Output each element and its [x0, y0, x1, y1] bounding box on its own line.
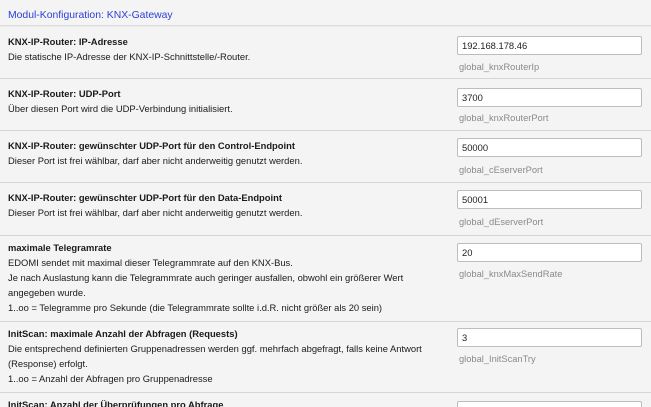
- setting-description: KNX-IP-Router: IP-Adresse Die statische …: [8, 35, 448, 65]
- setting-title: KNX-IP-Router: gewünschter UDP-Port für …: [8, 140, 295, 151]
- data-endpoint-port-input[interactable]: 50001: [457, 190, 642, 209]
- setting-description-line: Die statische IP-Adresse der KNX-IP-Schn…: [8, 50, 251, 62]
- setting-title: KNX-IP-Router: gewünschter UDP-Port für …: [8, 192, 282, 203]
- setting-description: KNX-IP-Router: gewünschter UDP-Port für …: [8, 139, 448, 169]
- setting-description-line: EDOMI sendet mit maximal dieser Telegram…: [8, 256, 293, 268]
- variable-name: global_dEserverPort: [459, 217, 544, 227]
- setting-description: InitScan: Anzahl der Überprüfungen pro A…: [8, 398, 448, 407]
- setting-title: KNX-IP-Router: IP-Adresse: [8, 36, 128, 47]
- page-title: Modul-Konfiguration: KNX-Gateway: [8, 10, 173, 21]
- setting-title: InitScan: maximale Anzahl der Abfragen (…: [8, 328, 238, 339]
- setting-title: maximale Telegramrate: [8, 242, 112, 253]
- setting-description: InitScan: maximale Anzahl der Abfragen (…: [8, 327, 448, 387]
- setting-description-line: Über diesen Port wird die UDP-Verbindung…: [8, 102, 233, 114]
- page-header: Modul-Konfiguration: KNX-Gateway: [0, 0, 651, 26]
- setting-description: KNX-IP-Router: gewünschter UDP-Port für …: [8, 191, 448, 221]
- setting-description-line: angegeben wurde.: [8, 286, 86, 298]
- setting-description-line: Dieser Port ist frei wählbar, darf aber …: [8, 154, 303, 166]
- setting-row-max-telegram-rate: maximale Telegramrate EDOMI sendet mit m…: [0, 236, 651, 322]
- variable-name: global_knxRouterPort: [459, 113, 549, 123]
- setting-row-initscan-requests: InitScan: maximale Anzahl der Abfragen (…: [0, 322, 651, 393]
- setting-row-router-port: KNX-IP-Router: UDP-Port Über diesen Port…: [0, 79, 651, 131]
- variable-name: global_InitScanTry: [459, 354, 536, 364]
- router-port-input[interactable]: 3700: [457, 88, 642, 107]
- setting-description: KNX-IP-Router: UDP-Port Über diesen Port…: [8, 87, 448, 117]
- setting-title: KNX-IP-Router: UDP-Port: [8, 88, 121, 99]
- max-telegram-rate-input[interactable]: 20: [457, 243, 642, 262]
- variable-name: global_knxRouterIp: [459, 62, 540, 72]
- setting-description-line: Dieser Port ist frei wählbar, darf aber …: [8, 206, 303, 218]
- setting-row-router-ip: KNX-IP-Router: IP-Adresse Die statische …: [0, 27, 651, 79]
- setting-title: InitScan: Anzahl der Überprüfungen pro A…: [8, 399, 224, 407]
- control-endpoint-port-input[interactable]: 50000: [457, 138, 642, 157]
- setting-description-line: Die entsprechend definierten Gruppenadre…: [8, 342, 422, 354]
- setting-row-data-endpoint-port: KNX-IP-Router: gewünschter UDP-Port für …: [0, 183, 651, 236]
- setting-row-initscan-checks: InitScan: Anzahl der Überprüfungen pro A…: [0, 393, 651, 407]
- setting-description-line: 1..oo = Anzahl der Abfragen pro Gruppena…: [8, 372, 213, 384]
- router-ip-input[interactable]: 192.168.178.46: [457, 36, 642, 55]
- setting-description: maximale Telegramrate EDOMI sendet mit m…: [8, 241, 448, 316]
- initscan-checks-input[interactable]: [457, 401, 642, 407]
- setting-row-control-endpoint-port: KNX-IP-Router: gewünschter UDP-Port für …: [0, 131, 651, 183]
- initscan-requests-input[interactable]: 3: [457, 328, 642, 347]
- setting-description-line: Je nach Auslastung kann die Telegrammrat…: [8, 271, 404, 283]
- variable-name: global_cEserverPort: [459, 165, 543, 175]
- variable-name: global_knxMaxSendRate: [459, 269, 563, 279]
- config-page: Modul-Konfiguration: KNX-Gateway KNX-IP-…: [0, 0, 651, 407]
- setting-description-line: 1..oo = Telegramme pro Sekunde (die Tele…: [8, 301, 383, 313]
- setting-description-line: (Response) erfolgt.: [8, 357, 88, 369]
